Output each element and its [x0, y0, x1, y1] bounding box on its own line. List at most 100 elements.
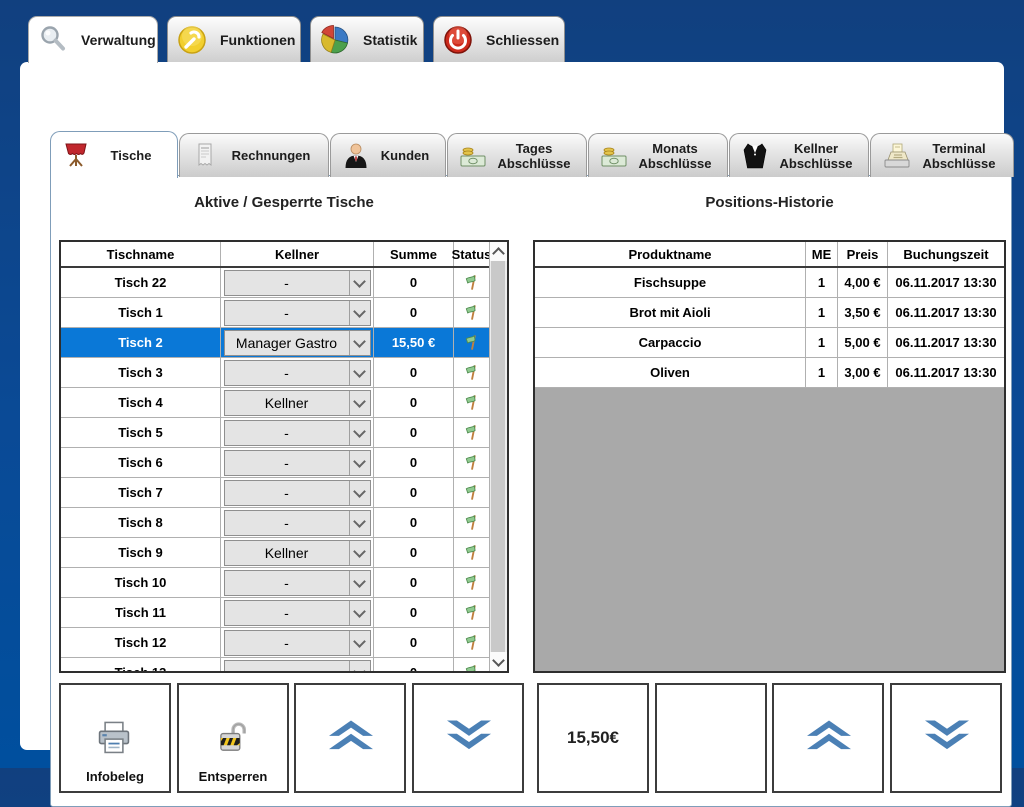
sub-tab-tagesabschluesse[interactable]: Tages Abschlüsse	[447, 133, 587, 177]
kellner-combo[interactable]: Kellner	[224, 390, 371, 416]
magnifier-icon	[37, 24, 69, 56]
kellner-combo[interactable]: Kellner	[224, 540, 371, 566]
entsperren-button[interactable]: Entsperren	[177, 683, 289, 793]
chevron-down-icon[interactable]	[349, 571, 370, 595]
kellner-combo[interactable]: -	[224, 630, 371, 656]
sub-tab-kunden[interactable]: Kunden	[330, 133, 446, 177]
kellner-cell: -	[221, 508, 374, 537]
chevron-down-icon[interactable]	[349, 391, 370, 415]
kellner-combo[interactable]: -	[224, 270, 371, 296]
tables-scroll-up-button[interactable]	[294, 683, 406, 793]
me-cell: 1	[806, 298, 838, 327]
kellner-combo[interactable]: -	[224, 480, 371, 506]
summe-cell: 0	[374, 628, 454, 657]
scrollbar-up-button[interactable]	[490, 242, 507, 261]
table-row[interactable]: Tisch 3 - 0	[61, 358, 489, 388]
sub-tab-monatsabschluesse[interactable]: Monats Abschlüsse	[588, 133, 728, 177]
status-flag-icon	[462, 453, 481, 472]
chevron-down-icon[interactable]	[349, 451, 370, 475]
table-row[interactable]: Tisch 7 - 0	[61, 478, 489, 508]
scrollbar-thumb[interactable]	[491, 261, 505, 652]
kellner-combo[interactable]: -	[224, 600, 371, 626]
buchungszeit-cell: 06.11.2017 13:30	[888, 358, 1004, 387]
chevron-down-icon[interactable]	[349, 361, 370, 385]
kellner-combo[interactable]: -	[224, 660, 371, 672]
tab-statistik[interactable]: Statistik	[310, 16, 424, 62]
chevron-down-icon[interactable]	[349, 481, 370, 505]
main-window: Tische Rechnungen Kunden Tages Abschlüss…	[20, 62, 1004, 750]
sub-tab-bar: Tische Rechnungen Kunden Tages Abschlüss…	[50, 131, 1015, 177]
tab-schliessen[interactable]: Schliessen	[433, 16, 565, 62]
history-row[interactable]: Carpaccio 1 5,00 € 06.11.2017 13:30	[535, 328, 1004, 358]
chevron-down-icon[interactable]	[349, 601, 370, 625]
tables-scrollbar[interactable]	[489, 242, 507, 671]
table-row[interactable]: Tisch 2 Manager Gastro 15,50 €	[61, 328, 489, 358]
table-row[interactable]: Tisch 11 - 0	[61, 598, 489, 628]
tischname-cell: Tisch 3	[61, 358, 221, 387]
tischname-cell: Tisch 12	[61, 628, 221, 657]
table-row[interactable]: Tisch 9 Kellner 0	[61, 538, 489, 568]
tables-scroll-down-button[interactable]	[412, 683, 524, 793]
summe-display-button[interactable]: 15,50€	[537, 683, 649, 793]
table-row[interactable]: Tisch 22 - 0	[61, 268, 489, 298]
scrollbar-down-button[interactable]	[490, 652, 507, 671]
tab-funktionen[interactable]: Funktionen	[167, 16, 301, 62]
sub-tab-terminalabschluesse[interactable]: Terminal Abschlüsse	[870, 133, 1014, 177]
history-scroll-down-button[interactable]	[890, 683, 1002, 793]
status-cell	[454, 478, 489, 507]
kellner-combo[interactable]: -	[224, 420, 371, 446]
sub-tab-rechnungen[interactable]: Rechnungen	[179, 133, 329, 177]
kellner-combo[interactable]: -	[224, 570, 371, 596]
chevron-down-icon[interactable]	[349, 631, 370, 655]
tables-table-body: Tisch 22 - 0 Tisch 1 - 0 Tisch 2 Manager…	[61, 268, 489, 671]
status-flag-icon	[462, 513, 481, 532]
kellner-combo[interactable]: -	[224, 360, 371, 386]
chevron-down-icon[interactable]	[349, 271, 370, 295]
sub-tab-kellnerabschluesse[interactable]: Kellner Abschlüsse	[729, 133, 869, 177]
sub-tab-tische[interactable]: Tische	[50, 131, 178, 178]
summe-cell: 0	[374, 268, 454, 297]
kellner-combo[interactable]: Manager Gastro	[224, 330, 371, 356]
kellner-combo[interactable]: -	[224, 510, 371, 536]
produktname-cell: Oliven	[535, 358, 806, 387]
kellner-combo[interactable]: -	[224, 450, 371, 476]
infobeleg-button[interactable]: Infobeleg	[59, 683, 171, 793]
chevron-down-icon[interactable]	[349, 421, 370, 445]
kellner-combo-value: -	[225, 425, 349, 441]
chevron-down-icon[interactable]	[349, 331, 370, 355]
chevron-down-icon[interactable]	[349, 661, 370, 672]
kellner-cell: -	[221, 418, 374, 447]
kellner-combo[interactable]: -	[224, 300, 371, 326]
summe-cell: 0	[374, 658, 454, 671]
chevron-down-icon[interactable]	[349, 541, 370, 565]
table-row[interactable]: Tisch 5 - 0	[61, 418, 489, 448]
tischname-cell: Tisch 10	[61, 568, 221, 597]
tab-verwaltung[interactable]: Verwaltung	[28, 16, 158, 63]
main-tab-bar: Verwaltung Funktionen Statistik Schliess…	[28, 16, 565, 62]
table-row[interactable]: Tisch 8 - 0	[61, 508, 489, 538]
status-cell	[454, 508, 489, 537]
tischname-cell: Tisch 8	[61, 508, 221, 537]
chevron-down-icon[interactable]	[349, 511, 370, 535]
table-row[interactable]: Tisch 1 - 0	[61, 298, 489, 328]
kellner-combo-value: -	[225, 665, 349, 672]
table-row[interactable]: Tisch 13 - 0	[61, 658, 489, 671]
chevron-down-icon[interactable]	[349, 301, 370, 325]
summe-cell: 0	[374, 538, 454, 567]
wrench-icon	[176, 24, 208, 56]
history-scroll-up-button[interactable]	[772, 683, 884, 793]
status-cell	[454, 358, 489, 387]
table-row[interactable]: Tisch 10 - 0	[61, 568, 489, 598]
history-row[interactable]: Oliven 1 3,00 € 06.11.2017 13:30	[535, 358, 1004, 388]
status-cell	[454, 448, 489, 477]
history-row[interactable]: Fischsuppe 1 4,00 € 06.11.2017 13:30	[535, 268, 1004, 298]
table-row[interactable]: Tisch 4 Kellner 0	[61, 388, 489, 418]
status-flag-icon	[462, 333, 481, 352]
power-icon	[442, 24, 474, 56]
table-row[interactable]: Tisch 12 - 0	[61, 628, 489, 658]
history-row[interactable]: Brot mit Aioli 1 3,50 € 06.11.2017 13:30	[535, 298, 1004, 328]
table-row[interactable]: Tisch 6 - 0	[61, 448, 489, 478]
kellner-combo-value: Kellner	[225, 545, 349, 561]
button-label: Infobeleg	[61, 769, 169, 784]
empty-button[interactable]	[655, 683, 767, 793]
